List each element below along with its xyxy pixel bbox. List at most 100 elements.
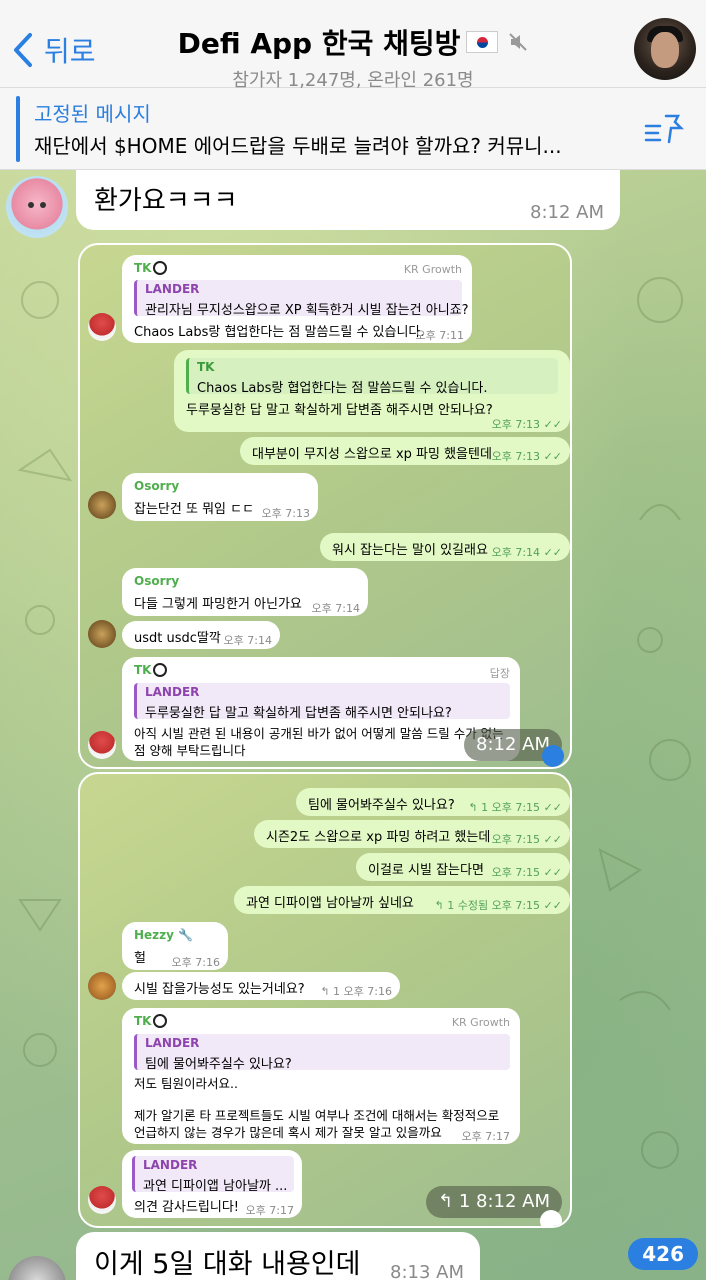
sender-avatar[interactable] [6,176,68,238]
read-check-icon: ✓✓ [543,833,562,846]
message-text: 이게 5일 대화 내용인데 [94,1249,361,1280]
sender-avatar [88,620,116,648]
pinned-list-icon[interactable] [644,112,684,146]
quote-name: LANDER [145,282,200,296]
chat-title-text: Defi App 한국 채팅방 [177,27,461,60]
message-time: 오후 7:17 [461,1130,510,1143]
message-bubble: Hezzy 🔧 헐 오후 7:16 [122,922,228,970]
message-bubble: Osorry 다들 그렇게 파밍한거 아닌가요 오후 7:14 [122,568,368,616]
time-text: 오후 7:15 [491,801,541,814]
reply-quote: LANDER 두루뭉실한 답 말고 확실하게 답변좀 해주시면 안되나요? [134,683,510,721]
reply-count: 1 [458,1191,471,1212]
message-bubble-outgoing: 시즌2도 스왑으로 xp 파밍 하려고 했는데 오후 7:15 ✓✓ [254,820,570,848]
quote-text: 팀에 물어봐주실수 있나요? [145,1057,292,1072]
reply-arrow-icon: ↰ [438,1191,454,1212]
chat-header: 뒤로 Defi App 한국 채팅방 참가자 1,247명, 온라인 261명 [0,0,706,91]
message-bubble: TK 답장 LANDER 두루뭉실한 답 말고 확실하게 답변좀 해주시면 안되… [122,657,520,761]
quote-name: LANDER [145,685,200,699]
time-text: 오후 7:13 [491,418,541,431]
sender-avatar [88,313,116,341]
message-text: 헐 [134,951,146,966]
pinned-indicator [16,96,20,162]
message-bubble: usdt usdc딸깍 오후 7:14 [122,621,280,649]
screenshot-image-1[interactable]: TK KR Growth LANDER 관리자님 무지성스왑으로 XP 획득한거… [78,243,572,769]
time-text: 오후 7:15 [491,866,541,879]
quote-name: LANDER [143,1158,198,1172]
message-time: 8:12 AM [530,202,604,223]
reply-quote: LANDER 과연 디파이앱 남아날까 ... [132,1156,294,1194]
sender-avatar [88,731,116,759]
time-text: 오후 7:13 [491,450,541,463]
role-tag: KR Growth [451,1016,510,1029]
chat-title-area[interactable]: Defi App 한국 채팅방 참가자 1,247명, 온라인 261명 [0,22,706,92]
sender-avatar [88,1186,116,1214]
quote-text: 과연 디파이앱 남아날까 ... [143,1179,288,1194]
screenshot-image-2[interactable]: 팀에 물어봐주실수 있나요? ↰ 1 오후 7:15 ✓✓ 시즌2도 스왑으로 … [78,772,572,1228]
reply-tag: 답장 [489,667,510,680]
role-tag: KR Growth [403,263,462,276]
pinned-message-bar[interactable]: 고정된 메시지 재단에서 $HOME 에어드랍을 두배로 늘려야 할까요? 커뮤… [0,88,706,170]
message-bubble[interactable]: 이게 5일 대화 내용인데 8:13 AM [76,1232,480,1280]
quote-name: LANDER [145,1036,200,1050]
message-text: 시빌 잡을가능성도 있는거네요? [134,982,305,997]
message-time: 오후 7:14 ✓✓ [492,544,562,560]
verified-icon [153,1013,168,1028]
message-bubble: TK KR Growth LANDER 팀에 물어봐주실수 있나요? 저도 팀원… [122,1008,520,1144]
time-text: 오후 7:15 [491,833,541,846]
message-text: 의견 감사드립니다! [134,1200,240,1215]
pinned-text: 재단에서 $HOME 에어드랍을 두배로 늘려야 할까요? 커뮤니... [34,134,562,158]
message-text: 이걸로 시빌 잡는다면 [368,863,484,878]
sender-name-text: TK [134,261,152,275]
message-text: usdt usdc딸깍 [134,631,221,646]
time-text: 오후 7:16 [343,985,392,998]
message-bubble: 시빌 잡을가능성도 있는거네요? ↰ 1 오후 7:16 [122,972,400,1000]
reply-quote: LANDER 팀에 물어봐주실수 있나요? [134,1034,510,1072]
read-check-icon: ✓✓ [543,899,562,912]
scroll-down-button [540,1210,562,1226]
message-time: 오후 7:11 [415,329,464,342]
message-bubble-outgoing: 과연 디파이앱 남아날까 싶네요 ↰ 1 수정됨 오후 7:15 ✓✓ [234,886,570,914]
reply-arrow-icon: ↰ [320,985,330,998]
message-text: 팀에 물어봐주실수 있나요? [308,798,455,813]
read-check-icon: ✓✓ [543,546,562,559]
message-text: 다들 그렇게 파밍한거 아닌가요 [134,597,302,612]
reply-quote: LANDER 관리자님 무지성스왑으로 XP 획득한거 시빌 잡는건 아니죠? [134,280,469,318]
reply-arrow-icon: ↰ [468,801,478,814]
message-bubble[interactable]: 환가요ㅋㅋㅋ 8:12 AM [76,170,620,230]
quote-text: Chaos Labs랑 협업한다는 점 말씀드릴 수 있습니다. [197,381,488,396]
read-check-icon: ✓✓ [543,801,562,814]
group-avatar[interactable] [634,18,696,80]
message-time: ↰ 1 오후 7:15 ✓✓ [468,799,562,815]
quote-text: 관리자님 무지성스왑으로 XP 획득한거 시빌 잡는건 아니죠? [145,303,469,318]
sender-name: Hezzy 🔧 [134,928,193,942]
sender-name: TK [134,1013,168,1029]
message-time: 오후 7:13 ✓✓ [492,448,562,464]
chat-title: Defi App 한국 채팅방 [178,22,529,62]
message-text: 과연 디파이앱 남아날까 싶네요 [246,896,414,911]
sender-avatar [88,972,116,1000]
mention-badge [542,745,564,767]
message-text: 시즌2도 스왑으로 xp 파밍 하려고 했는데 [266,830,491,845]
message-time: ↰ 1 수정됨 오후 7:15 ✓✓ [435,897,562,913]
sender-name: Osorry [134,574,180,588]
message-time: 오후 7:14 [311,602,360,615]
sender-name: Osorry [134,479,180,493]
mute-icon [509,33,528,51]
korea-flag-icon [466,31,499,53]
message-text: 워시 잡는다는 말이 있길래요 [332,543,488,558]
message-time: 오후 7:15 ✓✓ [492,831,562,847]
message-bubble: TK KR Growth LANDER 관리자님 무지성스왑으로 XP 획득한거… [122,255,472,343]
unread-count-badge[interactable]: 426 [628,1238,698,1270]
message-bubble-outgoing: 팀에 물어봐주실수 있나요? ↰ 1 오후 7:15 ✓✓ [296,788,570,816]
sender-name-text: Hezzy [134,928,174,942]
reply-quote: TK Chaos Labs랑 협업한다는 점 말씀드릴 수 있습니다. [186,358,558,396]
message-text: 점 양해 부탁드립니다 [134,743,246,758]
message-text: 환가요ㅋㅋㅋ [94,186,238,216]
message-bubble-outgoing: 이걸로 시빌 잡는다면 오후 7:15 ✓✓ [356,853,570,881]
sender-avatar [88,491,116,519]
edited-label: 수정됨 [457,899,489,912]
message-time: 오후 7:16 [171,956,220,969]
message-text: 언급하지 않는 경우가 많은데 혹시 제가 잘못 알고 있을까요 [134,1125,442,1140]
read-check-icon: ✓✓ [543,866,562,879]
time-text: 8:12 AM [476,1191,551,1212]
